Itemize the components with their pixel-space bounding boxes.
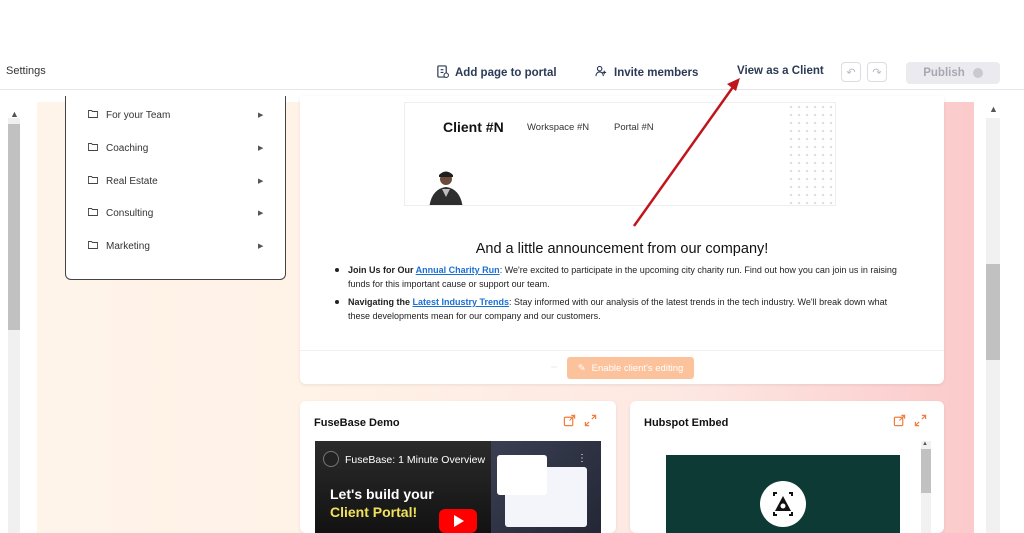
publish-button[interactable]: Publish (906, 62, 1000, 84)
expand-icon[interactable] (584, 414, 597, 432)
folder-icon (88, 175, 98, 187)
left-scrollbar-thumb[interactable] (8, 124, 20, 330)
chevron-right-icon[interactable]: ▶ (258, 111, 263, 119)
open-external-icon[interactable] (893, 414, 906, 432)
folder-icon (88, 207, 98, 219)
video-title: FuseBase: 1 Minute Overview (345, 454, 486, 466)
folder-item-coaching[interactable]: Coaching ▶ (88, 142, 268, 154)
youtube-video-embed[interactable]: FuseBase: 1 Minute Overview ⋮ Let's buil… (315, 441, 601, 533)
view-as-client-label: View as a Client (737, 65, 824, 77)
publish-toggle-icon (972, 68, 983, 78)
folder-item-marketing[interactable]: Marketing ▶ (88, 240, 268, 252)
video-headline-1: Let's build your (330, 486, 434, 502)
redo-icon: ↷ (872, 66, 882, 79)
list-item: Join Us for Our Annual Charity Run: We'r… (335, 263, 908, 291)
settings-label[interactable]: Settings (6, 65, 46, 77)
add-page-button[interactable]: Add page to portal (436, 65, 557, 81)
portal-label: Portal #N (614, 122, 654, 133)
folder-item-team[interactable]: For your Team ▶ (88, 109, 268, 121)
industry-trends-link[interactable]: Latest Industry Trends (413, 297, 510, 307)
divider (300, 350, 944, 351)
bullet-icon (335, 268, 339, 272)
hubspot-embed-frame[interactable] (666, 455, 900, 533)
app-screenshot (497, 455, 547, 495)
left-scroll-up-icon[interactable]: ▲ (10, 109, 19, 119)
announcement-card: Client #N Workspace #N Portal #N And a l… (300, 96, 944, 384)
client-portal-preview: Client #N Workspace #N Portal #N (404, 102, 836, 206)
bullet-lead: Navigating the (348, 297, 413, 307)
folder-item-real-estate[interactable]: Real Estate ▶ (88, 175, 268, 187)
chevron-right-icon[interactable]: ▶ (258, 144, 263, 152)
view-as-client-button[interactable]: View as a Client (737, 65, 824, 77)
video-headline-2: Client Portal! (330, 504, 418, 520)
folder-icon (88, 240, 98, 252)
enable-editing-label: Enable client's editing (591, 362, 684, 374)
card-title: Hubspot Embed (644, 417, 729, 429)
list-item: Navigating the Latest Industry Trends: S… (335, 295, 908, 323)
card-actions (563, 414, 597, 432)
right-scroll-up-icon[interactable]: ▲ (989, 104, 998, 114)
chevron-right-icon[interactable]: ▶ (258, 242, 263, 250)
youtube-play-icon[interactable] (439, 509, 477, 533)
undo-button[interactable]: ↶ (841, 62, 861, 82)
pencil-icon: ✎ (577, 362, 586, 374)
channel-logo-icon (323, 451, 339, 467)
redo-button[interactable]: ↷ (867, 62, 887, 82)
client-title: Client #N (443, 119, 504, 135)
video-menu-icon[interactable]: ⋮ (577, 453, 587, 464)
dot-pattern (787, 103, 835, 205)
right-scrollbar-thumb[interactable] (986, 264, 1000, 360)
undo-icon: ↶ (846, 66, 856, 79)
folder-item-consulting[interactable]: Consulting ▶ (88, 207, 268, 219)
embed-scrollbar-thumb[interactable] (921, 449, 931, 493)
card-actions (893, 414, 927, 432)
add-page-icon (436, 65, 449, 81)
enable-client-editing-button[interactable]: ✎ Enable client's editing (567, 357, 694, 379)
folder-label: Real Estate (106, 175, 158, 187)
announcement-title: And a little announcement from our compa… (475, 241, 769, 257)
folder-icon (88, 142, 98, 154)
workspace-label: Workspace #N (527, 122, 590, 133)
fusebase-demo-card: FuseBase Demo FuseBase: 1 Minute Overvie… (300, 401, 616, 533)
bullet-icon (335, 300, 339, 304)
add-page-label: Add page to portal (455, 67, 557, 79)
drag-handle-icon[interactable]: ⋯ (551, 364, 557, 371)
folder-label: Consulting (106, 207, 154, 219)
folder-list-card: For your Team ▶ Coaching ▶ Real Estate ▶… (65, 96, 286, 280)
folder-label: For your Team (106, 109, 171, 121)
open-external-icon[interactable] (563, 414, 576, 432)
folder-label: Marketing (106, 240, 150, 252)
embed-scroll-up-icon[interactable]: ▲ (922, 441, 928, 447)
presenter-image (423, 169, 469, 205)
folder-label: Coaching (106, 142, 149, 154)
invite-members-label: Invite members (614, 67, 699, 79)
invite-members-button[interactable]: Invite members (595, 65, 698, 81)
folder-icon (88, 109, 98, 121)
fusebase-logo-icon (760, 481, 806, 527)
charity-run-link[interactable]: Annual Charity Run (416, 265, 500, 275)
expand-icon[interactable] (914, 414, 927, 432)
bullet-lead: Join Us for Our (348, 265, 416, 275)
card-title: FuseBase Demo (314, 417, 400, 429)
chevron-right-icon[interactable]: ▶ (258, 209, 263, 217)
hubspot-embed-card: Hubspot Embed ▲ (630, 401, 944, 533)
chevron-right-icon[interactable]: ▶ (258, 177, 263, 185)
users-icon (595, 65, 608, 81)
publish-label: Publish (923, 67, 965, 79)
top-toolbar: Settings Add page to portal Invite membe… (0, 56, 1024, 90)
